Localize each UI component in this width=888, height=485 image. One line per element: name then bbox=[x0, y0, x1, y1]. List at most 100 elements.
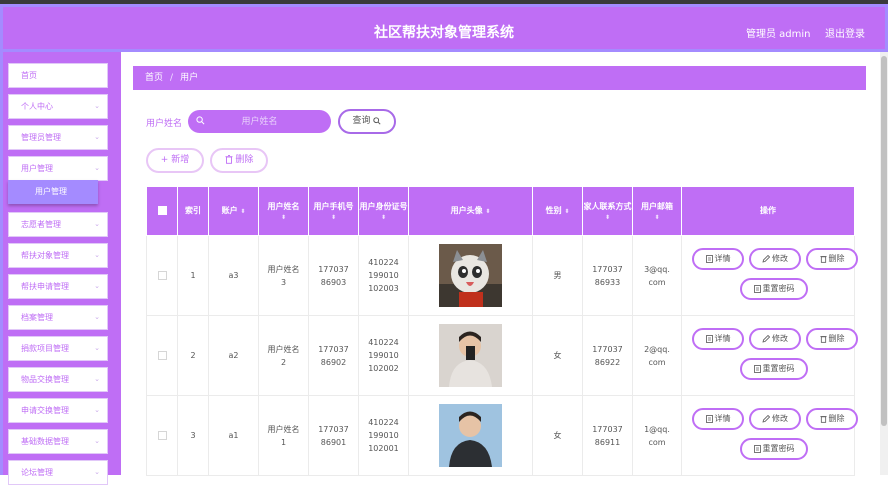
table-row[interactable]: 1 a3 用户姓名 3 177037 86903 410224 199010 10200… bbox=[146, 235, 858, 316]
trash-icon bbox=[819, 415, 827, 423]
sidebar-item-label: 档案管理 bbox=[21, 313, 53, 322]
cell-avatar bbox=[408, 395, 533, 476]
sort-icon[interactable]: ⬍ bbox=[564, 208, 569, 215]
search-icon bbox=[373, 116, 381, 125]
sort-icon[interactable]: ⬍ bbox=[309, 214, 358, 222]
row-checkbox[interactable] bbox=[157, 431, 167, 440]
cell-id-card: 410224 199010 102002 bbox=[358, 315, 409, 396]
logout-link[interactable]: 退出登录 bbox=[825, 25, 865, 40]
header-account[interactable]: 账户 ⬍ bbox=[208, 186, 259, 236]
scrollbar-thumb[interactable] bbox=[881, 56, 887, 426]
header-phone[interactable]: 用户手机号 ⬍ bbox=[308, 186, 359, 236]
sidebar-item-10[interactable]: 申请交换管理 ⌄ bbox=[8, 398, 108, 423]
header-avatar[interactable]: 用户头像 ⬍ bbox=[408, 186, 533, 236]
table-row[interactable]: 2 a2 用户姓名 2 177037 86902 410224 199010 10200… bbox=[146, 315, 858, 396]
edit-button[interactable]: 修改 bbox=[749, 248, 801, 270]
cell-index: 1 bbox=[177, 235, 209, 316]
sidebar-item-5[interactable]: 帮扶对象管理 ⌄ bbox=[8, 243, 108, 268]
reset-password-button[interactable]: 重置密码 bbox=[740, 358, 808, 380]
plus-icon: + bbox=[160, 155, 169, 165]
search-input[interactable] bbox=[188, 110, 331, 133]
row-checkbox[interactable] bbox=[157, 271, 167, 280]
header-family-phone[interactable]: 家人联系方式 ⬍ bbox=[582, 186, 633, 236]
reset-password-button[interactable]: 重置密码 bbox=[740, 278, 808, 300]
query-button[interactable]: 查询 bbox=[338, 109, 396, 134]
avatar-cat-photo bbox=[439, 244, 502, 307]
cell-ops: 详情 修改 删除重置密码 bbox=[681, 315, 858, 396]
sidebar-item-12[interactable]: 论坛管理 ⌄ bbox=[8, 460, 108, 485]
detail-button[interactable]: 详情 bbox=[692, 248, 744, 270]
add-button[interactable]: + 新增 bbox=[146, 148, 204, 173]
delete-button[interactable]: 删除 bbox=[806, 248, 858, 270]
sidebar-item-9[interactable]: 物品交换管理 ⌄ bbox=[8, 367, 108, 392]
sidebar-item-7[interactable]: 档案管理 ⌄ bbox=[8, 305, 108, 330]
sidebar-item-label: 捐款项目管理 bbox=[21, 344, 69, 353]
sort-icon[interactable]: ⬍ bbox=[359, 214, 408, 222]
delete-button[interactable]: 删除 bbox=[806, 328, 858, 350]
cell-account: a1 bbox=[208, 395, 259, 476]
cell-name: 用户姓名 2 bbox=[258, 315, 309, 396]
breadcrumb-home[interactable]: 首页 bbox=[145, 73, 163, 83]
sidebar-item-6[interactable]: 帮扶申请管理 ⌄ bbox=[8, 274, 108, 299]
users-table: 索引 账户 ⬍ 用户姓名 ⬍ 用户手机号 ⬍ 用户身份证号 ⬍ 用户头像 ⬍ 性别 ⬍… bbox=[146, 186, 858, 476]
query-button-label: 查询 bbox=[352, 116, 371, 126]
row-select-cell[interactable] bbox=[146, 395, 178, 476]
avatar-person-photo bbox=[439, 324, 502, 387]
detail-button[interactable]: 详情 bbox=[692, 328, 744, 350]
header-email[interactable]: 用户邮箱 ⬍ bbox=[632, 186, 682, 236]
sidebar-item-3[interactable]: 用户管理 ⌄ bbox=[8, 156, 108, 181]
cell-family-phone: 177037 86911 bbox=[582, 395, 633, 476]
sort-icon[interactable]: ⬍ bbox=[240, 208, 245, 215]
chevron-down-icon: ⌄ bbox=[94, 375, 100, 383]
sort-icon[interactable]: ⬍ bbox=[485, 208, 490, 215]
add-button-label: 新增 bbox=[171, 155, 190, 165]
trash-icon bbox=[225, 155, 233, 164]
header-gender[interactable]: 性别 ⬍ bbox=[532, 186, 583, 236]
sidebar-item-4[interactable]: 志愿者管理 ⌄ bbox=[8, 212, 108, 237]
reset-password-button[interactable]: 重置密码 bbox=[740, 438, 808, 460]
sidebar-item-label: 申请交换管理 bbox=[21, 406, 69, 415]
sidebar-item-label: 个人中心 bbox=[21, 102, 53, 111]
header-name[interactable]: 用户姓名 ⬍ bbox=[258, 186, 309, 236]
sidebar-item-0[interactable]: 首页 bbox=[8, 63, 108, 88]
select-all-checkbox[interactable] bbox=[157, 206, 167, 215]
header-id-card[interactable]: 用户身份证号 ⬍ bbox=[358, 186, 409, 236]
row-select-cell[interactable] bbox=[146, 235, 178, 316]
sidebar-item-2[interactable]: 管理员管理 ⌄ bbox=[8, 125, 108, 150]
sidebar-item-label: 基础数据管理 bbox=[21, 437, 69, 446]
cell-phone: 177037 86901 bbox=[308, 395, 359, 476]
sidebar-item-8[interactable]: 捐款项目管理 ⌄ bbox=[8, 336, 108, 361]
detail-button[interactable]: 详情 bbox=[692, 408, 744, 430]
search-label: 用户姓名 bbox=[146, 119, 183, 129]
chevron-down-icon: ⌄ bbox=[94, 282, 100, 290]
cell-index: 2 bbox=[177, 315, 209, 396]
header-select-all[interactable] bbox=[146, 186, 178, 236]
pencil-icon bbox=[762, 334, 770, 343]
sidebar-item-11[interactable]: 基础数据管理 ⌄ bbox=[8, 429, 108, 454]
sort-icon[interactable]: ⬍ bbox=[583, 214, 632, 222]
sort-icon[interactable]: ⬍ bbox=[633, 214, 681, 222]
trash-icon bbox=[819, 255, 827, 263]
row-checkbox[interactable] bbox=[157, 351, 167, 360]
chevron-down-icon: ⌄ bbox=[94, 164, 100, 172]
cell-id-card: 410224 199010 102003 bbox=[358, 235, 409, 316]
edit-button[interactable]: 修改 bbox=[749, 328, 801, 350]
avatar-person-photo bbox=[439, 404, 502, 467]
breadcrumb-current: 用户 bbox=[180, 73, 199, 83]
cell-gender: 女 bbox=[532, 395, 583, 476]
sidebar-item-1[interactable]: 个人中心 ⌄ bbox=[8, 94, 108, 119]
edit-button[interactable]: 修改 bbox=[749, 408, 801, 430]
document-icon bbox=[753, 444, 761, 453]
sort-icon[interactable]: ⬍ bbox=[259, 214, 308, 222]
delete-button[interactable]: 删除 bbox=[806, 408, 858, 430]
batch-delete-button[interactable]: 删除 bbox=[210, 148, 268, 173]
table-row[interactable]: 3 a1 用户姓名 1 177037 86901 410224 199010 10200… bbox=[146, 395, 858, 476]
cell-family-phone: 177037 86922 bbox=[582, 315, 633, 396]
chevron-down-icon: ⌄ bbox=[94, 406, 100, 414]
row-select-cell[interactable] bbox=[146, 315, 178, 396]
cell-ops: 详情 修改 删除重置密码 bbox=[681, 235, 858, 316]
cell-gender: 男 bbox=[532, 235, 583, 316]
admin-user-label: 管理员 admin bbox=[746, 29, 811, 40]
sidebar-subitem-user-management[interactable]: 用户管理 bbox=[8, 180, 98, 204]
sidebar-item-label: 物品交换管理 bbox=[21, 375, 69, 384]
